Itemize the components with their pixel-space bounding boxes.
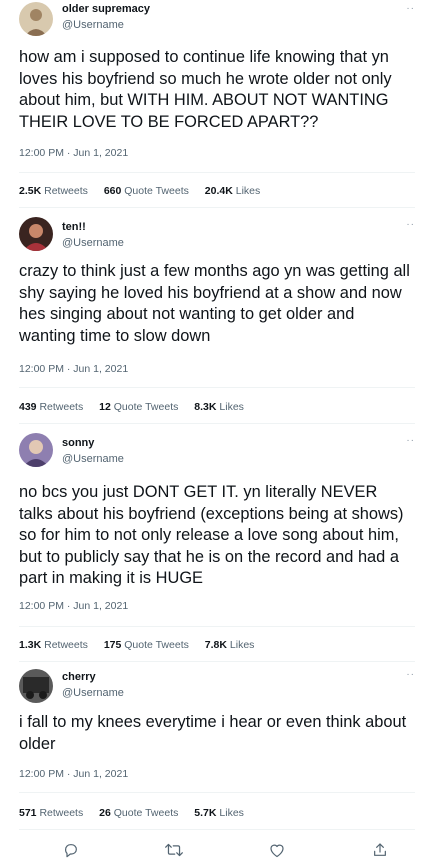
tweet-stats: 571 Retweets 26 Quote Tweets 5.7K Likes	[19, 807, 257, 819]
tweet-stats: 439 Retweets 12 Quote Tweets 8.3K Likes	[19, 401, 257, 413]
avatar[interactable]	[19, 433, 53, 467]
timestamp[interactable]: 12:00 PM · Jun 1, 2021	[19, 600, 128, 612]
tweet-text: how am i supposed to continue life knowi…	[19, 48, 392, 131]
tweet-text: no bcs you just DONT GET IT. yn literall…	[19, 483, 404, 587]
quote-tweets-stat[interactable]: 660 Quote Tweets	[104, 185, 189, 197]
timestamp[interactable]: 12:00 PM · Jun 1, 2021	[19, 363, 128, 375]
divider	[19, 792, 415, 793]
divider	[19, 423, 415, 424]
display-name[interactable]: older supremacy	[62, 3, 150, 15]
avatar[interactable]	[19, 217, 53, 251]
more-options-icon[interactable]: ··	[406, 436, 415, 446]
username[interactable]: @Username	[62, 687, 124, 699]
likes-stat[interactable]: 8.3K Likes	[194, 401, 244, 413]
divider	[19, 387, 415, 388]
display-name[interactable]: sonny	[62, 437, 94, 449]
timestamp[interactable]: 12:00 PM · Jun 1, 2021	[19, 768, 128, 780]
display-name[interactable]: ten!!	[62, 221, 86, 233]
divider	[19, 829, 415, 830]
likes-stat[interactable]: 5.7K Likes	[194, 807, 244, 819]
divider	[19, 626, 415, 627]
timestamp[interactable]: 12:00 PM · Jun 1, 2021	[19, 147, 128, 159]
tweet-actions	[0, 838, 427, 862]
avatar[interactable]	[19, 2, 53, 36]
tweet-stats: 1.3K Retweets 175 Quote Tweets 7.8K Like…	[19, 639, 267, 651]
retweets-stat[interactable]: 571 Retweets	[19, 807, 83, 819]
more-options-icon[interactable]: ··	[406, 220, 415, 230]
more-options-icon[interactable]: ··	[406, 670, 415, 680]
reply-icon[interactable]	[59, 838, 83, 862]
share-icon[interactable]	[368, 838, 392, 862]
likes-stat[interactable]: 20.4K Likes	[205, 185, 260, 197]
avatar[interactable]	[19, 669, 53, 703]
divider	[19, 661, 415, 662]
divider	[19, 207, 415, 208]
display-name[interactable]: cherry	[62, 671, 96, 683]
quote-tweets-stat[interactable]: 26 Quote Tweets	[99, 807, 178, 819]
divider	[19, 172, 415, 173]
retweet-icon[interactable]	[162, 838, 186, 862]
retweets-stat[interactable]: 439 Retweets	[19, 401, 83, 413]
retweets-stat[interactable]: 2.5K Retweets	[19, 185, 88, 197]
username[interactable]: @Username	[62, 19, 124, 31]
tweet-stats: 2.5K Retweets 660 Quote Tweets 20.4K Lik…	[19, 185, 273, 197]
likes-stat[interactable]: 7.8K Likes	[205, 639, 255, 651]
quote-tweets-stat[interactable]: 12 Quote Tweets	[99, 401, 178, 413]
like-icon[interactable]	[265, 838, 289, 862]
username[interactable]: @Username	[62, 453, 124, 465]
more-options-icon[interactable]: ··	[406, 4, 415, 14]
quote-tweets-stat[interactable]: 175 Quote Tweets	[104, 639, 189, 651]
retweets-stat[interactable]: 1.3K Retweets	[19, 639, 88, 651]
username[interactable]: @Username	[62, 237, 124, 249]
tweet-text: crazy to think just a few months ago yn …	[19, 262, 410, 345]
tweet-text: i fall to my knees everytime i hear or e…	[19, 713, 407, 753]
